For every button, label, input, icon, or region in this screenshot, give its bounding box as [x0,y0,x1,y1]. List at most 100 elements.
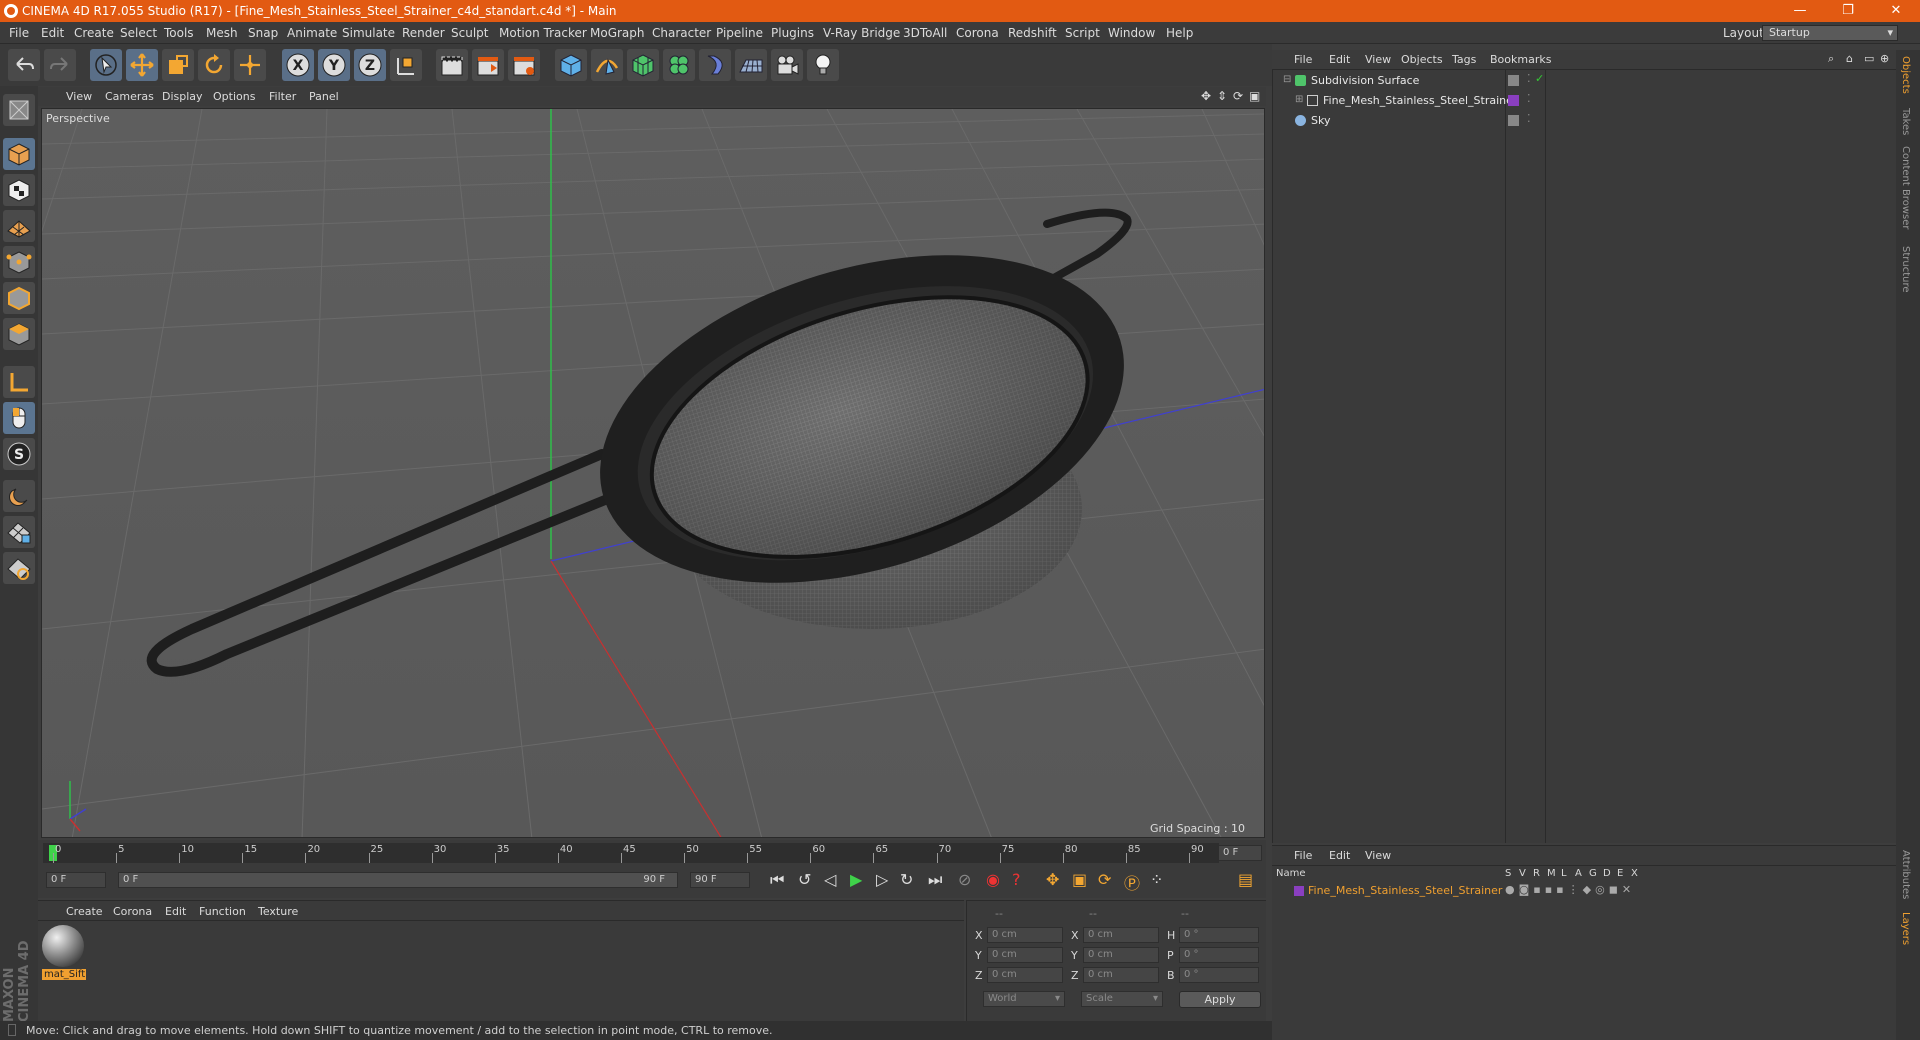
rot-p-field[interactable]: 0 ° [1179,947,1259,963]
timeline-ruler[interactable]: 0 5 10 15 20 25 30 35 40 45 50 55 60 65 70 75 80 85 90 [43,843,1219,863]
next-frame-icon[interactable]: ▷ [876,870,888,889]
key-parameter-icon[interactable]: Ⓟ [1124,870,1140,894]
col-r[interactable]: R [1533,868,1540,879]
col-v[interactable]: V [1519,868,1526,879]
layer-icon[interactable] [1508,75,1519,86]
key-scale-icon[interactable]: ▣ [1072,870,1087,889]
viewport-menu-options[interactable]: Options [213,90,255,103]
object-row[interactable]: ⊞ Fine_Mesh_Stainless_Steel_Strainer ⁚ [1273,92,1897,110]
layer-row[interactable]: Fine_Mesh_Stainless_Steel_Strainer ●◙▪▪▪… [1272,883,1896,899]
edges-mode-button[interactable] [3,282,35,314]
polygons-mode-button[interactable] [3,318,35,350]
pos-x-field[interactable]: 0 cm [987,927,1063,943]
rot-b-field[interactable]: 0 ° [1179,967,1259,983]
menu-snap[interactable]: Snap [248,26,278,40]
mm-menu-create[interactable]: Create [66,905,103,918]
menu-mograph[interactable]: MoGraph [590,26,645,40]
col-d[interactable]: D [1603,868,1611,879]
go-to-end-icon[interactable]: ⏭ [928,870,942,890]
timeline-window-icon[interactable]: ▤ [1238,870,1253,889]
layout-select[interactable]: Startup ▾ [1762,25,1898,41]
tab-layers[interactable]: Layers [1900,912,1911,945]
visibility-dots-icon[interactable]: ⁚ [1527,112,1531,125]
next-key-icon[interactable]: ↻ [900,870,913,889]
visibility-dots-icon[interactable]: ⁚ [1527,92,1531,105]
menu-plugins[interactable]: Plugins [771,26,814,40]
col-a[interactable]: A [1575,868,1582,879]
viewport-maximize-icon[interactable]: ▣ [1249,89,1260,103]
menu-redshift[interactable]: Redshift [1008,26,1057,40]
model-mode-button[interactable] [3,138,35,170]
size-z-field[interactable]: 0 cm [1083,967,1159,983]
enabled-check-icon[interactable]: ✓ [1535,72,1544,85]
om-menu-view[interactable]: View [1365,53,1391,66]
col-m[interactable]: M [1547,868,1556,879]
play-icon[interactable]: ▶ [850,870,862,889]
collapse-icon[interactable]: ▭ [1864,52,1874,65]
pin-icon[interactable]: ⊕ [1880,52,1889,65]
viewport-menu-display[interactable]: Display [162,90,203,103]
viewport-zoom-icon[interactable]: ⇕ [1217,89,1227,103]
menu-motion-tracker[interactable]: Motion Tracker [499,26,587,40]
lm-menu-edit[interactable]: Edit [1329,849,1350,862]
axis-mode-button[interactable] [3,366,35,398]
start-frame-field[interactable]: 0 F [46,872,106,888]
tab-objects[interactable]: Objects [1900,56,1911,94]
minimize-button[interactable]: — [1780,2,1820,20]
menu-vray-bridge[interactable]: V-Ray Bridge [823,26,900,40]
z-axis-lock-button[interactable]: Z [354,49,386,81]
current-frame-field[interactable]: 0 F [1218,845,1262,861]
menu-3dtoall[interactable]: 3DToAll [903,26,947,40]
add-mograph-button[interactable] [663,49,695,81]
col-x[interactable]: X [1631,868,1638,879]
col-g[interactable]: G [1589,868,1597,879]
apply-button[interactable]: Apply [1179,991,1261,1008]
layer-flag-icons[interactable]: ●◙▪▪▪⋮◆◎◼✕ [1505,883,1635,896]
mm-menu-corona[interactable]: Corona [113,905,152,918]
lm-menu-file[interactable]: File [1294,849,1312,862]
size-x-field[interactable]: 0 cm [1083,927,1159,943]
redo-button[interactable] [44,49,76,81]
add-floor-button[interactable] [735,49,767,81]
tab-structure[interactable]: Structure [1900,246,1911,293]
lm-menu-view[interactable]: View [1365,849,1391,862]
live-selection-button[interactable] [90,49,122,81]
rot-h-field[interactable]: 0 ° [1179,927,1259,943]
render-to-picture-viewer-button[interactable] [472,49,504,81]
texture-mode-button[interactable] [3,174,35,206]
add-camera-button[interactable] [771,49,803,81]
workplane-mode-button[interactable] [3,210,35,242]
perspective-viewport[interactable]: Perspective Grid Spacing : 10 cm [41,108,1265,838]
menu-render[interactable]: Render [402,26,445,40]
scale-tool-button[interactable] [162,49,194,81]
menu-mesh[interactable]: Mesh [206,26,238,40]
om-menu-tags[interactable]: Tags [1452,53,1476,66]
menu-select[interactable]: Select [120,26,157,40]
menu-corona[interactable]: Corona [956,26,999,40]
key-position-icon[interactable]: ✥ [1046,870,1059,889]
menu-tools[interactable]: Tools [164,26,194,40]
size-y-field[interactable]: 0 cm [1083,947,1159,963]
coordinate-system-button[interactable] [390,49,422,81]
solo-mode-button[interactable]: S [3,438,35,470]
autokey-icon[interactable]: ◉ [986,870,1000,889]
om-menu-file[interactable]: File [1294,53,1312,66]
add-light-button[interactable] [807,49,839,81]
viewport-menu-cameras[interactable]: Cameras [105,90,154,103]
menu-window[interactable]: Window [1108,26,1155,40]
viewport-menu-filter[interactable]: Filter [269,90,296,103]
mm-menu-function[interactable]: Function [199,905,246,918]
col-e[interactable]: E [1617,868,1623,879]
search-icon[interactable]: ⌕ [1828,52,1834,66]
snap-button[interactable] [3,480,35,512]
tab-attributes[interactable]: Attributes [1900,850,1911,899]
viewport-rotate-icon[interactable]: ⟳ [1233,89,1243,103]
mm-menu-texture[interactable]: Texture [258,905,298,918]
frame-range-slider[interactable]: 0 F 90 F [118,872,678,888]
menu-simulate[interactable]: Simulate [342,26,395,40]
rotate-tool-button[interactable] [198,49,230,81]
mm-menu-edit[interactable]: Edit [165,905,186,918]
add-spline-button[interactable] [591,49,623,81]
transform-tool-button[interactable] [234,49,266,81]
render-settings-button[interactable] [508,49,540,81]
